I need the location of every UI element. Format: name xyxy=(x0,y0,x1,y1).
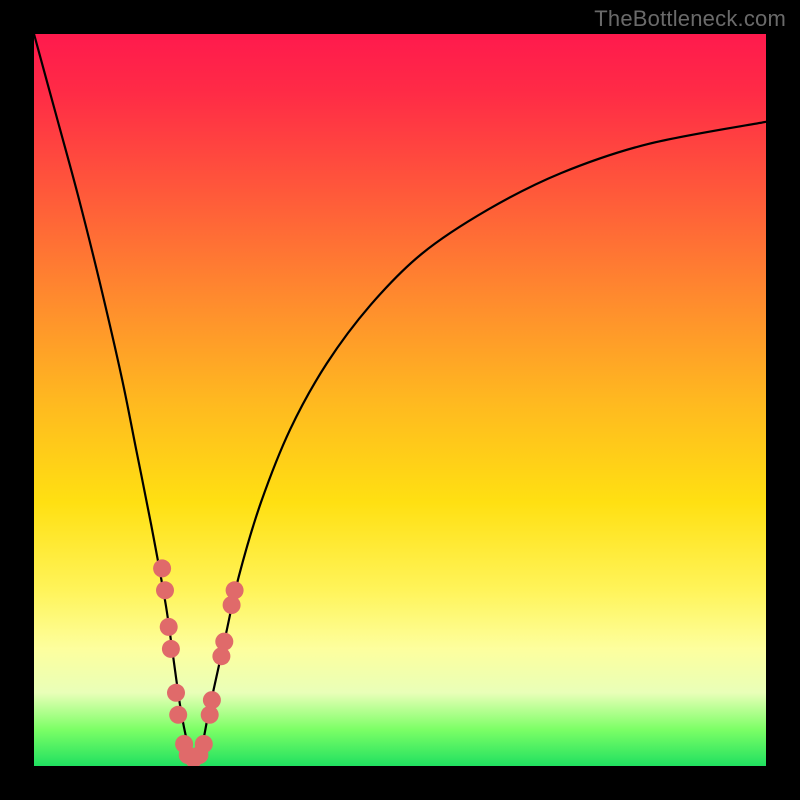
highlight-dots xyxy=(153,559,244,766)
highlight-dot xyxy=(203,691,221,709)
plot-area xyxy=(34,34,766,766)
highlight-dot xyxy=(167,684,185,702)
watermark-text: TheBottleneck.com xyxy=(594,6,786,32)
highlight-dot xyxy=(156,581,174,599)
highlight-dot xyxy=(215,633,233,651)
highlight-dot xyxy=(162,640,180,658)
highlight-dot xyxy=(226,581,244,599)
highlight-dot xyxy=(195,735,213,753)
curve-layer xyxy=(34,34,766,766)
bottleneck-curve xyxy=(34,34,766,766)
highlight-dot xyxy=(160,618,178,636)
highlight-dot xyxy=(153,559,171,577)
chart-frame: TheBottleneck.com xyxy=(0,0,800,800)
highlight-dot xyxy=(169,706,187,724)
